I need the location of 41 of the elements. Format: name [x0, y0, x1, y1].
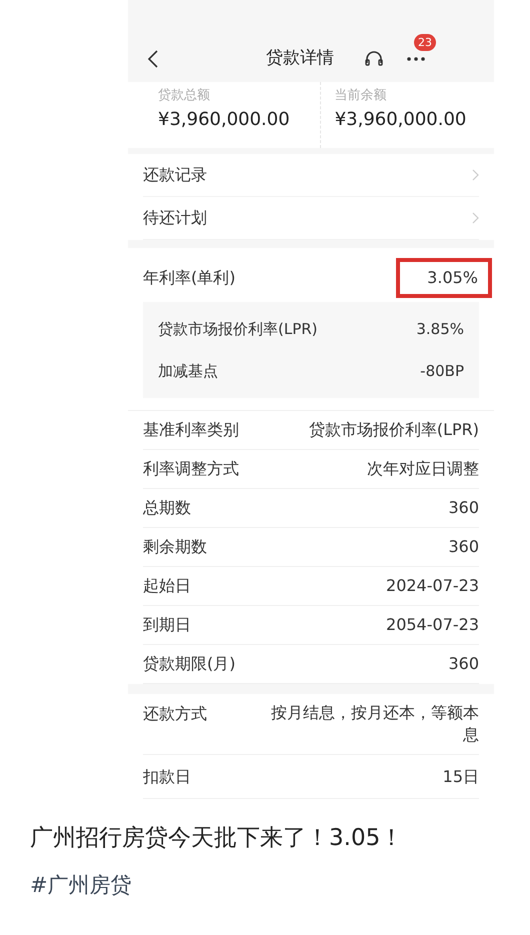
row-value: 360 — [448, 653, 479, 675]
menu-item[interactable]: 还款记录 — [143, 154, 479, 197]
notification-badge: 23 — [414, 34, 436, 51]
row-value: 2054-07-23 — [386, 614, 479, 636]
summary-label: 贷款总额 — [158, 87, 211, 105]
page-title: 贷款详情 — [266, 47, 334, 70]
row-label: 贷款期限(月) — [143, 653, 236, 675]
headset-icon[interactable] — [364, 50, 384, 68]
chevron-icon — [472, 212, 479, 224]
row-label: 利率调整方式 — [143, 458, 239, 480]
more-icon[interactable] — [406, 56, 426, 62]
row-label: 加减基点 — [158, 360, 218, 382]
row-label: 贷款市场报价利率(LPR) — [158, 318, 318, 340]
rate-value: 3.05% — [396, 258, 492, 298]
row-value: 贷款市场报价利率(LPR) — [308, 419, 479, 441]
summary-amount: ¥3,960,000.00 — [158, 108, 290, 132]
row-label: 剩余期数 — [143, 536, 207, 558]
menu-item[interactable]: 待还计划 — [143, 197, 479, 240]
row-value: 次年对应日调整 — [367, 458, 479, 480]
chevron-icon — [472, 169, 479, 181]
summary-label: 当前余额 — [334, 87, 388, 105]
row-value: 15日 — [442, 766, 479, 788]
row-value: 2024-07-23 — [386, 575, 479, 597]
row-label: 到期日 — [143, 614, 191, 636]
post-title: 广州招行房贷今天批下来了！3.05！ — [30, 824, 404, 853]
menu-label: 待还计划 — [143, 207, 207, 229]
back-icon[interactable] — [148, 50, 158, 68]
row-label: 还款方式 — [143, 703, 207, 725]
menu-label: 还款记录 — [143, 164, 207, 186]
row-value: -80BP — [420, 360, 464, 382]
row-value: 360 — [448, 497, 479, 519]
row-label: 起始日 — [143, 575, 191, 597]
row-value: 按月结息，按月还本，等额本息 — [270, 702, 479, 746]
row-label: 扣款日 — [143, 766, 191, 788]
row-label: 基准利率类别 — [143, 419, 239, 441]
rate-label: 年利率(单利) — [143, 267, 236, 289]
summary-amount: ¥3,960,000.00 — [334, 108, 466, 132]
row-value: 360 — [448, 536, 479, 558]
row-value: 3.85% — [416, 318, 464, 340]
hashtag-link[interactable]: #广州房贷 — [30, 870, 132, 901]
row-label: 总期数 — [143, 497, 191, 519]
